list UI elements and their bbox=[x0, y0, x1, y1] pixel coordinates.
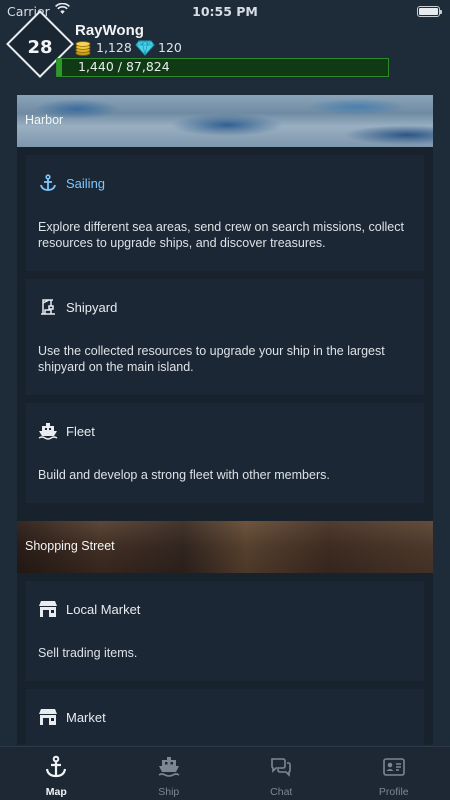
coins-icon bbox=[75, 41, 91, 56]
store-icon bbox=[38, 707, 58, 727]
shipyard-crane-icon bbox=[38, 297, 58, 317]
tab-chat[interactable]: Chat bbox=[225, 747, 338, 800]
local-market-card[interactable]: Local Market Sell trading items. bbox=[26, 581, 424, 681]
level-value: 28 bbox=[27, 37, 53, 58]
ship-icon bbox=[38, 421, 58, 441]
tab-label: Chat bbox=[270, 786, 293, 798]
tab-label: Profile bbox=[378, 786, 409, 798]
card-description: Sell trading items. bbox=[38, 646, 138, 660]
card-description: Use the collected resources to upgrade y… bbox=[38, 344, 385, 374]
status-bar: Carrier 10:55 PM bbox=[0, 0, 450, 22]
tab-profile[interactable]: Profile bbox=[338, 747, 450, 800]
fleet-card[interactable]: Fleet Build and develop a strong fleet w… bbox=[26, 403, 424, 503]
section-title: Harbor bbox=[25, 113, 64, 127]
sailing-card[interactable]: Sailing Explore different sea areas, sen… bbox=[26, 155, 424, 271]
ship-icon bbox=[158, 757, 180, 777]
battery-icon bbox=[417, 6, 442, 17]
card-title: Local Market bbox=[66, 601, 141, 617]
username: RayWong bbox=[75, 22, 144, 39]
tab-ship[interactable]: Ship bbox=[113, 747, 226, 800]
card-description: Build and develop a strong fleet with ot… bbox=[38, 468, 330, 482]
card-title: Fleet bbox=[66, 423, 95, 439]
anchor-icon bbox=[38, 173, 58, 193]
card-description: Explore different sea areas, send crew o… bbox=[38, 220, 404, 250]
clock: 10:55 PM bbox=[192, 4, 258, 19]
main-scroll[interactable]: Harbor Sailing Explore different sea are… bbox=[17, 95, 433, 745]
diamond-icon bbox=[135, 40, 155, 56]
shopping-street-banner: Shopping Street bbox=[17, 521, 433, 573]
gems-value: 120 bbox=[158, 40, 182, 55]
card-title: Sailing bbox=[66, 175, 106, 191]
store-icon bbox=[38, 599, 58, 619]
card-title: Market bbox=[66, 709, 106, 725]
shopping-street-section: Local Market Sell trading items. Market bbox=[17, 573, 433, 745]
section-title: Shopping Street bbox=[25, 539, 115, 553]
market-card[interactable]: Market bbox=[26, 689, 424, 745]
chat-icon bbox=[271, 758, 292, 777]
coins-value: 1,128 bbox=[96, 40, 132, 55]
tab-bar: Map Ship Chat Profile bbox=[0, 746, 450, 800]
xp-progress-fill bbox=[57, 59, 63, 76]
xp-value: 1,440 / 87,824 bbox=[78, 59, 170, 74]
tab-label: Map bbox=[45, 786, 67, 798]
profile-card-icon bbox=[382, 758, 405, 776]
card-title: Shipyard bbox=[66, 299, 118, 315]
harbor-section: Sailing Explore different sea areas, sen… bbox=[17, 147, 433, 521]
tab-label: Ship bbox=[158, 786, 180, 798]
harbor-banner: Harbor bbox=[17, 95, 433, 147]
shipyard-card[interactable]: Shipyard Use the collected resources to … bbox=[26, 279, 424, 395]
tab-map[interactable]: Map bbox=[0, 747, 113, 800]
anchor-icon bbox=[46, 755, 67, 778]
